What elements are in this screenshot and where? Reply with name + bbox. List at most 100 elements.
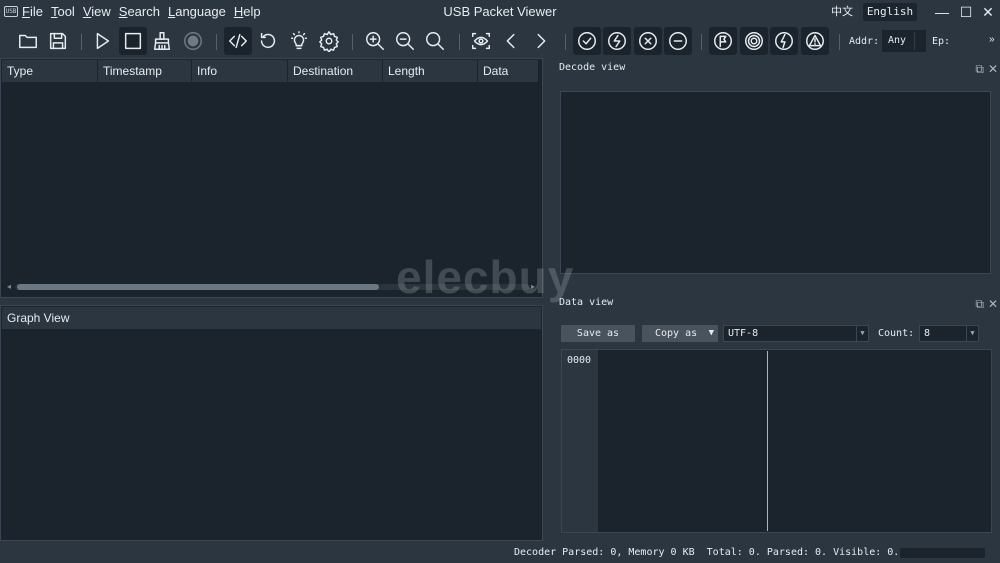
addr-spin-button[interactable]	[914, 32, 924, 50]
encoding-value: UTF-8	[728, 328, 759, 339]
view-filter-button[interactable]	[467, 27, 495, 55]
save-file-button[interactable]	[44, 27, 72, 55]
column-header-type[interactable]: Type	[2, 60, 98, 82]
menu-tool[interactable]: Tool	[51, 4, 75, 19]
scrollbar-thumb[interactable]	[17, 284, 379, 290]
warning-circle-icon	[806, 32, 824, 50]
filter-error-button[interactable]	[801, 27, 829, 55]
menu-bar: File Tool View Search Language Help	[22, 4, 261, 19]
column-header-length[interactable]: Length	[383, 60, 478, 82]
encoding-select[interactable]: UTF-8 ▼	[723, 325, 869, 342]
maximize-button[interactable]: ☐	[956, 2, 976, 22]
scroll-right-arrow-icon[interactable]: ▸	[531, 282, 535, 291]
highlight-button[interactable]	[285, 27, 313, 55]
reload-button[interactable]	[254, 27, 282, 55]
filter-nyet-button[interactable]	[664, 27, 692, 55]
status-text: Decoder Parsed: 0, Memory 0 KB Total: 0.…	[514, 547, 900, 558]
save-icon	[49, 32, 67, 50]
lightning-circle-icon	[775, 32, 793, 50]
zoom-out-button[interactable]	[391, 27, 419, 55]
play-icon	[96, 32, 110, 50]
decode-dock-buttons: ⧉ ✕	[975, 62, 998, 76]
language-english-button[interactable]: English	[863, 3, 917, 21]
menu-view[interactable]: View	[83, 4, 111, 19]
hex-offset: 0000	[567, 355, 592, 366]
reset-circle-icon	[608, 32, 626, 50]
x-circle-icon	[639, 32, 657, 50]
previous-button[interactable]	[497, 27, 525, 55]
zoom-out-icon	[396, 32, 414, 50]
filter-sof-button[interactable]	[740, 27, 768, 55]
scroll-left-arrow-icon[interactable]: ◂	[7, 282, 11, 291]
code-icon	[229, 33, 247, 49]
decode-code-button[interactable]	[224, 27, 252, 55]
close-dock-icon[interactable]: ✕	[988, 297, 998, 311]
settings-button[interactable]	[315, 27, 343, 55]
stop-icon	[124, 32, 142, 50]
toolbar-overflow-button[interactable]: »	[989, 34, 995, 45]
column-header-data[interactable]: Data	[478, 60, 538, 82]
save-as-button[interactable]: Save as	[561, 325, 635, 342]
open-file-button[interactable]	[14, 27, 42, 55]
lightbulb-icon	[290, 31, 308, 50]
minus-circle-icon	[669, 32, 687, 50]
menu-help[interactable]: Help	[234, 4, 261, 19]
toolbar-separator	[459, 34, 460, 50]
column-header-info[interactable]: Info	[192, 60, 288, 82]
spiral-circle-icon	[745, 32, 763, 50]
graph-view-title: Graph View	[2, 307, 541, 329]
hex-data-view[interactable]: 0000	[561, 349, 992, 533]
filter-reset-button[interactable]	[603, 27, 631, 55]
zoom-fit-button[interactable]	[421, 27, 449, 55]
toolbar-separator	[352, 34, 353, 50]
filter-setup-button[interactable]	[709, 27, 737, 55]
close-window-button[interactable]: ✕	[978, 2, 998, 22]
clear-button[interactable]	[148, 27, 176, 55]
float-dock-icon[interactable]: ⧉	[975, 297, 984, 311]
hex-offset-column: 0000	[562, 350, 598, 532]
float-dock-icon[interactable]: ⧉	[975, 62, 984, 76]
eye-icon	[472, 32, 490, 50]
gear-icon	[319, 31, 339, 52]
flag-circle-icon	[714, 32, 732, 50]
record-button[interactable]	[179, 27, 207, 55]
check-circle-icon	[578, 32, 596, 50]
menu-language[interactable]: Language	[168, 4, 226, 19]
toolbar-separator	[565, 34, 566, 50]
decode-view-content	[560, 91, 991, 274]
menu-search[interactable]: Search	[119, 4, 160, 19]
toolbar-separator	[701, 34, 702, 50]
minimize-button[interactable]: —	[932, 2, 952, 22]
chevron-down-icon[interactable]: ▼	[966, 326, 978, 341]
horizontal-scrollbar[interactable]: ◂ ▸	[7, 282, 537, 292]
addr-label: Addr:	[849, 36, 880, 47]
column-header-destination[interactable]: Destination	[288, 60, 383, 82]
toolbar-separator	[839, 34, 840, 50]
close-dock-icon[interactable]: ✕	[988, 62, 998, 76]
search-icon	[426, 32, 444, 50]
filter-nak-button[interactable]	[634, 27, 662, 55]
status-progress-bar	[900, 548, 985, 558]
zoom-in-button[interactable]	[361, 27, 389, 55]
language-chinese-button[interactable]: 中文	[826, 3, 858, 21]
toolbar-separator	[216, 34, 217, 50]
graph-view-panel: Graph View	[0, 305, 543, 541]
next-button[interactable]	[527, 27, 555, 55]
menu-file[interactable]: File	[22, 4, 43, 19]
folder-icon	[19, 34, 37, 49]
title-bar: USB File Tool View Search Language Help …	[0, 0, 1000, 24]
filter-power-button[interactable]	[770, 27, 798, 55]
column-header-timestamp[interactable]: Timestamp	[98, 60, 192, 82]
toolbar: Addr: Any Ep: »	[0, 26, 1000, 58]
count-value: 8	[924, 328, 931, 339]
packet-list-panel: Type Timestamp Info Destination Length D…	[0, 58, 543, 298]
chevron-down-icon[interactable]: ▼	[856, 326, 868, 341]
app-logo-icon: USB	[4, 6, 18, 17]
start-capture-button[interactable]	[88, 27, 116, 55]
refresh-icon	[260, 32, 276, 49]
stop-capture-button[interactable]	[119, 27, 147, 55]
count-select[interactable]: 8 ▼	[919, 325, 979, 342]
ep-label: Ep:	[932, 36, 951, 47]
copy-as-button[interactable]: Copy as ▼	[642, 325, 718, 342]
filter-ack-button[interactable]	[573, 27, 601, 55]
